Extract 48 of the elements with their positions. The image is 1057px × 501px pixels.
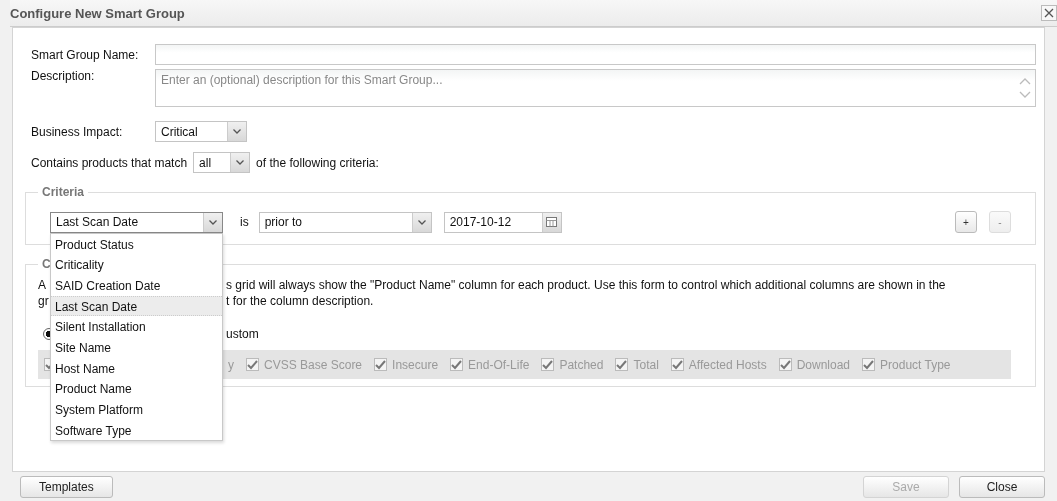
dropdown-option[interactable]: System Platform (51, 399, 222, 420)
add-criterion-button[interactable]: + (955, 211, 977, 233)
checkbox-label: Download (796, 357, 851, 372)
field-label: Description: (31, 69, 96, 83)
checkbox-label: Insecure (392, 357, 439, 372)
radio-label: ustom (226, 326, 259, 342)
description-fragment: s grid will always show the "Product Name" column for each product. Use this form to control which additional columns are shown in the (226, 277, 946, 293)
description-fragment: t for the column description. (226, 293, 374, 309)
caret-icon (209, 219, 217, 225)
checkbox-label: End-Of-Life (468, 357, 530, 372)
calendar-icon (546, 217, 558, 227)
caret-icon (236, 160, 245, 165)
business-impact-select[interactable]: Critical (155, 121, 247, 142)
match-label: Contains products that match (31, 155, 188, 170)
checkbox-label: y (228, 357, 234, 372)
dropdown-option[interactable]: Software Type (51, 419, 222, 441)
checkbox-label: Patched (559, 357, 604, 372)
footer-button[interactable]: Close (959, 475, 1045, 498)
name-field[interactable] (155, 44, 1036, 65)
caret-icon (417, 219, 426, 225)
checkbox-label: Total (633, 357, 659, 372)
field-label: Business Impact: (31, 124, 124, 139)
scroll-arrows-icon (1019, 77, 1031, 99)
description-fragment: A (38, 277, 46, 293)
dropdown-option[interactable]: Host Name (51, 357, 222, 379)
dropdown-option[interactable]: Site Name (51, 336, 222, 358)
match-label: of the following criteria: (256, 155, 379, 170)
criteria-field-select[interactable]: Last Scan Date (50, 211, 223, 233)
field-label: Smart Group Name: (31, 47, 140, 62)
match-select[interactable]: all (193, 152, 251, 173)
dropdown-option[interactable]: Last Scan Date (51, 295, 222, 317)
date-field[interactable]: 2017-10-12 (443, 211, 562, 233)
window-title: Configure New Smart Group (10, 5, 185, 21)
section-legend: Criteria (38, 185, 89, 199)
dropdown-option[interactable]: Product Name (51, 378, 222, 399)
dropdown-option[interactable]: SAID Creation Date (51, 274, 222, 296)
templates-button[interactable]: Templates (20, 475, 113, 498)
checkbox-label: CVSS Base Score (264, 357, 363, 372)
caret-icon (233, 129, 241, 134)
close-icon[interactable] (1041, 5, 1057, 21)
description-field[interactable]: Enter an (optional) description for this Smart Group... (155, 69, 1036, 107)
dropdown-option[interactable]: Product Status (51, 233, 222, 255)
operator-label: is (240, 215, 249, 229)
operator-select[interactable]: prior to (258, 211, 432, 233)
checkbox-label: Affected Hosts (688, 357, 767, 372)
description-fragment: gr (38, 293, 49, 309)
dropdown-option[interactable]: Silent Installation (51, 316, 222, 337)
checkbox-label: Product Type (880, 357, 951, 372)
